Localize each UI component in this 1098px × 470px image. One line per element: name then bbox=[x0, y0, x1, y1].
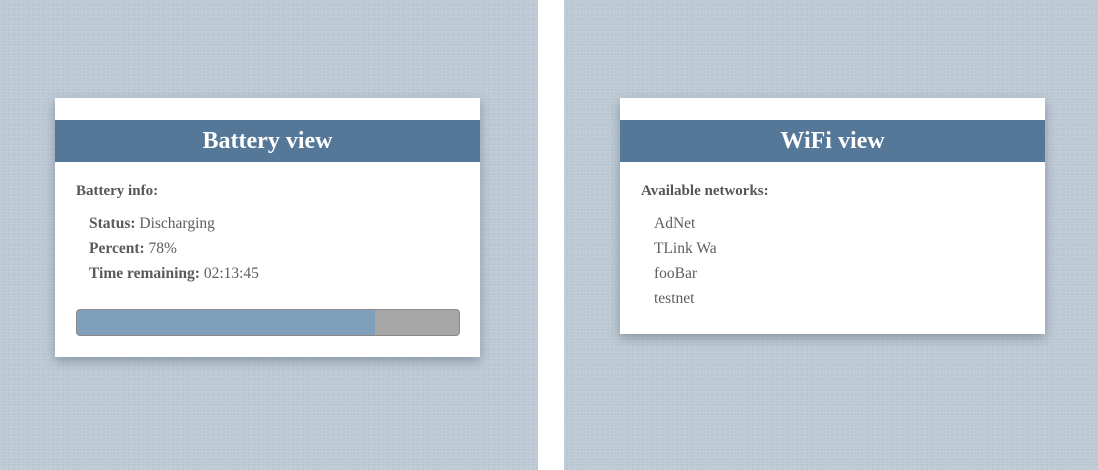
battery-pane: Battery view Battery info: Status: Disch… bbox=[0, 0, 538, 470]
battery-card: Battery view Battery info: Status: Disch… bbox=[55, 98, 480, 357]
network-item-foobar[interactable]: fooBar bbox=[654, 264, 717, 289]
network-item-testnet[interactable]: testnet bbox=[654, 289, 717, 314]
percent-value: 78% bbox=[148, 240, 177, 257]
status-value: Discharging bbox=[139, 215, 215, 232]
network-list: AdNet TLink Wa fooBar testnet bbox=[654, 214, 717, 314]
battery-title: Battery view bbox=[55, 120, 480, 162]
percent-label: Percent: bbox=[89, 240, 145, 257]
battery-level-bar bbox=[76, 309, 460, 336]
status-row: Status: Discharging bbox=[89, 214, 259, 239]
time-remaining-label: Time remaining: bbox=[89, 265, 200, 282]
network-item-tlink-wa[interactable]: TLink Wa bbox=[654, 239, 717, 264]
time-remaining-value: 02:13:45 bbox=[203, 265, 259, 282]
status-label: Status: bbox=[89, 215, 136, 232]
wifi-title: WiFi view bbox=[620, 120, 1045, 162]
network-item-adnet[interactable]: AdNet bbox=[654, 214, 717, 239]
battery-level-fill bbox=[77, 310, 375, 335]
networks-heading: Available networks: bbox=[641, 183, 769, 199]
battery-info-list: Status: Discharging Percent: 78% Time re… bbox=[89, 214, 259, 289]
battery-info-heading: Battery info: bbox=[76, 183, 159, 199]
wifi-card: WiFi view Available networks: AdNet TLin… bbox=[620, 98, 1045, 334]
wifi-pane: WiFi view Available networks: AdNet TLin… bbox=[564, 0, 1098, 470]
time-remaining-row: Time remaining: 02:13:45 bbox=[89, 264, 259, 289]
percent-row: Percent: 78% bbox=[89, 239, 259, 264]
